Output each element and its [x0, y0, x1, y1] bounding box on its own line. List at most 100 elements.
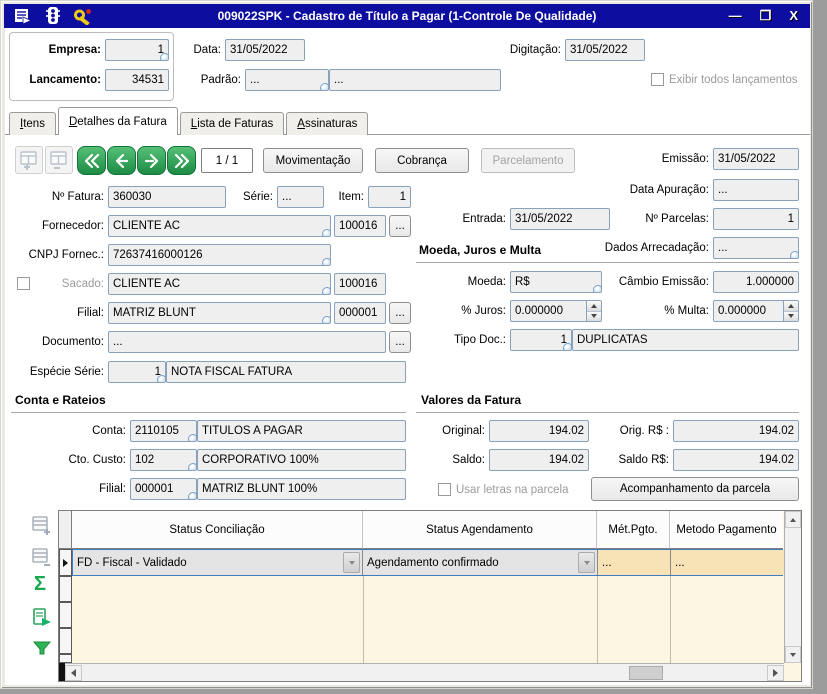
rateio-filial-desc-field[interactable]: MATRIZ BLUNT 100% — [197, 478, 406, 500]
saldo-rs-field[interactable]: 194.02 — [673, 449, 799, 471]
data-field[interactable]: 31/05/2022 — [225, 39, 305, 61]
serie-field[interactable]: ... — [277, 186, 324, 208]
minimize-button[interactable]: — — [729, 4, 742, 28]
cobranca-button[interactable]: Cobrança — [375, 148, 469, 173]
filial-field[interactable]: MATRIZ BLUNT — [108, 302, 331, 324]
grid-add-row-icon[interactable] — [31, 515, 51, 539]
tipo-doc-code-field[interactable]: 1 — [510, 329, 572, 351]
export-icon[interactable] — [31, 607, 53, 629]
sacado-checkbox[interactable] — [17, 277, 30, 290]
form-icon[interactable] — [12, 6, 34, 26]
moeda-field[interactable]: R$ — [510, 271, 602, 293]
arrecadacao-field[interactable]: ... — [713, 237, 799, 259]
filial-code-field[interactable]: 000001 — [334, 302, 386, 324]
grid-horizontal-scrollbar[interactable] — [65, 663, 784, 681]
next-record-button[interactable] — [137, 146, 166, 175]
cto-custo-desc-field[interactable]: CORPORATIVO 100% — [197, 449, 406, 471]
orig-rs-field[interactable]: 194.02 — [673, 420, 799, 442]
lookup-icon[interactable] — [790, 251, 799, 259]
original-field[interactable]: 194.02 — [489, 420, 589, 442]
traffic-light-icon[interactable] — [42, 6, 64, 26]
usar-letras-checkbox[interactable] — [438, 483, 451, 496]
metodo-pagamento-cell[interactable]: ... — [671, 550, 784, 575]
sum-icon[interactable]: Σ — [34, 573, 46, 596]
lookup-icon[interactable] — [188, 463, 197, 471]
grid-delete-row-icon[interactable] — [31, 547, 51, 571]
status-agendamento-cell[interactable]: Agendamento confirmado — [363, 550, 598, 575]
parcelamento-button[interactable]: Parcelamento — [481, 148, 575, 173]
scrollbar-corner — [784, 664, 801, 681]
cambio-label: Câmbio Emissão: — [601, 271, 709, 293]
tab-detalhes-da-fatura[interactable]: Detalhes da Fatura — [58, 107, 178, 135]
filial-browse-button[interactable]: ... — [389, 302, 411, 324]
last-record-button[interactable] — [167, 146, 196, 175]
grid-vertical-scrollbar[interactable] — [784, 511, 801, 663]
tab-lista-de-faturas[interactable]: Lista de Faturas — [180, 112, 284, 135]
sacado-field[interactable]: CLIENTE AC — [108, 273, 331, 295]
empresa-field[interactable]: 1 — [105, 39, 169, 61]
lookup-icon[interactable] — [157, 375, 166, 383]
juros-field[interactable]: 0.000000 — [510, 300, 602, 322]
lancamento-field[interactable]: 34531 — [105, 69, 169, 91]
tab-assinaturas[interactable]: Assinaturas — [286, 112, 368, 135]
cnpj-field[interactable]: 72637416000126 — [108, 244, 331, 266]
scroll-left-button[interactable] — [65, 665, 82, 681]
lookup-icon[interactable] — [322, 287, 331, 295]
dropdown-button[interactable] — [578, 552, 595, 573]
scroll-right-button[interactable] — [767, 665, 784, 681]
fornecedor-code-field[interactable]: 100016 — [334, 215, 386, 237]
sacado-code-field[interactable]: 100016 — [334, 273, 386, 295]
juros-spinner[interactable] — [586, 301, 601, 321]
parcelas-field[interactable]: 1 — [713, 208, 799, 230]
emissao-field[interactable]: 31/05/2022 — [713, 148, 799, 170]
maximize-button[interactable]: ❐ — [760, 4, 772, 28]
documento-browse-button[interactable]: ... — [389, 331, 411, 353]
conta-desc-field[interactable]: TÍTULOS A PAGAR — [197, 420, 406, 442]
especie-code-field[interactable]: 1 — [108, 361, 166, 383]
fornecedor-field[interactable]: CLIENTE AC — [108, 215, 331, 237]
delete-record-button[interactable] — [45, 146, 73, 174]
documento-field[interactable]: ... — [108, 331, 386, 353]
first-record-button[interactable] — [77, 146, 106, 175]
exibir-todos-checkbox[interactable] — [651, 73, 664, 86]
lookup-icon[interactable] — [322, 229, 331, 237]
lookup-icon[interactable] — [160, 53, 169, 61]
digitacao-field[interactable]: 31/05/2022 — [565, 39, 645, 61]
met-pgto-cell[interactable]: ... — [598, 550, 671, 575]
status-conciliacao-cell[interactable]: FD - Fiscal - Validado — [73, 550, 363, 575]
rateio-filial-code-field[interactable]: 000001 — [130, 478, 197, 500]
close-button[interactable]: X — [789, 4, 798, 28]
tipo-doc-desc-field[interactable]: DUPLICATAS — [572, 329, 799, 351]
conta-code-field[interactable]: 2110105 — [130, 420, 197, 442]
entrada-field[interactable]: 31/05/2022 — [510, 208, 610, 230]
wrench-icon[interactable] — [72, 6, 94, 26]
acompanhamento-button[interactable]: Acompanhamento da parcela — [591, 477, 799, 501]
previous-record-button[interactable] — [107, 146, 136, 175]
padrao-desc-field[interactable]: ... — [329, 69, 501, 91]
lookup-icon[interactable] — [322, 258, 331, 266]
item-field[interactable]: 1 — [368, 186, 411, 208]
num-fatura-field[interactable]: 360030 — [108, 186, 226, 208]
saldo-field[interactable]: 194.02 — [489, 449, 589, 471]
filter-icon[interactable] — [32, 639, 52, 657]
lookup-icon[interactable] — [563, 343, 572, 351]
dropdown-button[interactable] — [343, 552, 360, 573]
multa-spinner[interactable] — [783, 301, 798, 321]
add-record-button[interactable] — [15, 146, 43, 174]
padrao-code-field[interactable]: ... — [245, 69, 329, 91]
lookup-icon[interactable] — [188, 434, 197, 442]
cambio-field[interactable]: 1.000000 — [713, 271, 799, 293]
fornecedor-browse-button[interactable]: ... — [389, 215, 411, 237]
lookup-icon[interactable] — [188, 492, 197, 500]
lookup-icon[interactable] — [320, 83, 329, 91]
scroll-up-button[interactable] — [785, 511, 801, 528]
especie-desc-field[interactable]: NOTA FISCAL FATURA — [166, 361, 406, 383]
cto-custo-code-field[interactable]: 102 — [130, 449, 197, 471]
movimentacao-button[interactable]: Movimentação — [263, 148, 363, 173]
scroll-down-button[interactable] — [785, 646, 801, 663]
data-apuracao-field[interactable]: ... — [713, 179, 799, 201]
scrollbar-thumb[interactable] — [629, 666, 663, 680]
multa-field[interactable]: 0.000000 — [713, 300, 799, 322]
lookup-icon[interactable] — [322, 316, 331, 324]
tab-itens[interactable]: Itens — [9, 112, 56, 135]
